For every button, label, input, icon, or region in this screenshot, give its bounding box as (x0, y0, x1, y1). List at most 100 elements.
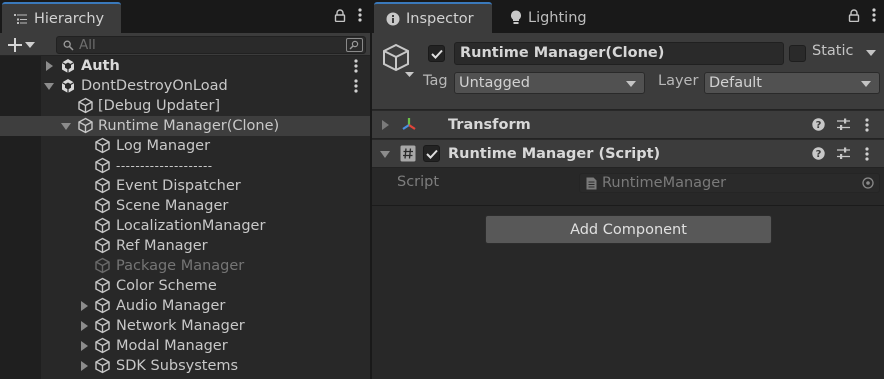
chevron-down-icon (25, 41, 35, 48)
lock-icon[interactable] (848, 8, 860, 22)
checkmark-icon (430, 49, 443, 59)
tab-inspector[interactable]: Inspector (374, 2, 492, 33)
expand-arrow-icon[interactable] (81, 341, 88, 351)
lock-icon[interactable] (334, 8, 346, 22)
svg-text:?: ? (816, 120, 822, 131)
tab-hierarchy-label: Hierarchy (34, 10, 105, 27)
gameobject-cube-icon (94, 137, 111, 158)
object-picker-icon[interactable] (862, 177, 874, 193)
kebab-menu-icon[interactable] (865, 118, 869, 136)
search-filter-icon[interactable] (346, 38, 363, 52)
hierarchy-row-label: Auth (81, 58, 120, 74)
expand-arrow-icon[interactable] (81, 321, 88, 331)
hierarchy-row-package-manager[interactable]: Package Manager (0, 256, 370, 276)
collapse-arrow-icon[interactable] (44, 83, 54, 90)
hierarchy-row-label: SDK Subsystems (116, 358, 239, 374)
expand-arrow-icon[interactable] (81, 361, 88, 371)
hierarchy-row-label: Network Manager (116, 318, 245, 334)
tag-label: Tag (423, 73, 448, 89)
expand-arrow-icon[interactable] (382, 120, 389, 130)
preset-sliders-icon[interactable] (837, 118, 850, 135)
kebab-menu-icon[interactable] (872, 8, 876, 22)
hierarchy-row-sdk-subsystems[interactable]: SDK Subsystems (0, 356, 370, 376)
component-runtime-manager-header[interactable]: Runtime Manager (Script) ? (372, 140, 884, 168)
gameobject-cube-icon (94, 197, 111, 218)
gameobject-cube-icon (94, 217, 111, 238)
hierarchy-row-label: Audio Manager (116, 298, 226, 314)
gameobject-cube-icon (94, 157, 111, 178)
preset-sliders-icon[interactable] (837, 147, 850, 164)
hierarchy-row-log-manager[interactable]: Log Manager (0, 136, 370, 156)
add-component-button[interactable]: Add Component (485, 215, 772, 244)
hierarchy-row-event-dispatcher[interactable]: Event Dispatcher (0, 176, 370, 196)
expand-arrow-icon[interactable] (46, 61, 53, 71)
object-name-field[interactable]: Runtime Manager(Clone) (454, 42, 784, 65)
help-icon[interactable]: ? (812, 118, 825, 135)
hierarchy-row-modal-manager[interactable]: Modal Manager (0, 336, 370, 356)
checkmark-icon (425, 149, 438, 159)
hierarchy-row-network-manager[interactable]: Network Manager (0, 316, 370, 336)
gameobject-cube-icon (94, 177, 111, 198)
chevron-down-icon (861, 81, 871, 87)
plus-icon (8, 37, 22, 52)
gameobject-cube-icon (94, 297, 111, 318)
component-title: Runtime Manager (Script) (448, 145, 661, 162)
hierarchy-row-label: Log Manager (116, 138, 211, 154)
hierarchy-toolbar: All (0, 33, 370, 56)
svg-text:?: ? (816, 149, 822, 160)
hierarchy-row-audio-manager[interactable]: Audio Manager (0, 296, 370, 316)
static-dropdown-icon[interactable] (866, 50, 876, 56)
tag-dropdown[interactable]: Untagged (454, 72, 645, 94)
tab-lighting[interactable]: Lighting (498, 2, 598, 33)
hierarchy-row-auth[interactable]: Auth (0, 56, 370, 76)
hierarchy-row-debug-updater[interactable]: [Debug Updater] (0, 96, 370, 116)
component-title: Transform (448, 116, 531, 133)
kebab-menu-icon[interactable] (358, 8, 362, 22)
chevron-down-icon (626, 81, 636, 87)
collapse-arrow-icon[interactable] (380, 151, 390, 158)
tab-hierarchy[interactable]: Hierarchy (2, 2, 121, 33)
component-enabled-checkbox[interactable] (423, 145, 440, 162)
gameobject-cube-icon (94, 357, 111, 378)
search-field[interactable]: All (56, 36, 366, 54)
hierarchy-row-separator[interactable]: -------------------- (0, 156, 370, 176)
static-checkbox[interactable] (789, 45, 806, 62)
hierarchy-row-dontdestroyonload[interactable]: DontDestroyOnLoad (0, 76, 370, 96)
gameobject-cube-icon[interactable] (382, 43, 418, 83)
search-icon (63, 40, 74, 51)
hierarchy-row-label: Scene Manager (116, 198, 229, 214)
hierarchy-row-label: Event Dispatcher (116, 178, 241, 194)
hierarchy-row-runtime-manager[interactable]: Runtime Manager(Clone) (0, 116, 370, 136)
hierarchy-row-label: [Debug Updater] (98, 98, 221, 114)
hierarchy-panel: Hierarchy All Auth DontDestroyOnLoad [De… (0, 0, 370, 379)
create-dropdown-button[interactable] (8, 35, 42, 54)
collapse-arrow-icon[interactable] (61, 123, 71, 130)
gameobject-cube-icon (94, 237, 111, 258)
help-icon[interactable]: ? (812, 147, 825, 164)
expand-arrow-icon[interactable] (81, 301, 88, 311)
layer-label: Layer (658, 73, 699, 89)
gameobject-header: Runtime Manager(Clone) Static Tag Untagg… (372, 33, 884, 110)
hierarchy-row-scene-manager[interactable]: Scene Manager (0, 196, 370, 216)
hierarchy-row-label: Runtime Manager(Clone) (98, 118, 280, 134)
hierarchy-row-label: Modal Manager (116, 338, 228, 354)
unity-scene-icon (60, 78, 76, 98)
script-property-row: Script RuntimeManager (372, 169, 884, 197)
hierarchy-row-label: Color Scheme (116, 278, 217, 294)
layer-dropdown[interactable]: Default (704, 72, 880, 94)
active-checkbox[interactable] (428, 45, 445, 62)
inspector-panel: Inspector Lighting Runtime Manager(Clone… (372, 0, 884, 379)
hierarchy-row-label: Package Manager (116, 258, 245, 274)
hierarchy-row-localization-manager[interactable]: LocalizationManager (0, 216, 370, 236)
hierarchy-row-color-scheme[interactable]: Color Scheme (0, 276, 370, 296)
script-file-icon (586, 177, 597, 194)
kebab-menu-icon[interactable] (354, 59, 358, 77)
hierarchy-row-label: -------------------- (116, 159, 213, 173)
layer-value: Default (709, 75, 762, 91)
kebab-menu-icon[interactable] (865, 147, 869, 165)
inspector-tabbar: Inspector Lighting (372, 0, 884, 33)
gameobject-cube-icon (94, 337, 111, 358)
hierarchy-row-ref-manager[interactable]: Ref Manager (0, 236, 370, 256)
component-transform-header[interactable]: Transform ? (372, 111, 884, 139)
kebab-menu-icon[interactable] (354, 79, 358, 97)
